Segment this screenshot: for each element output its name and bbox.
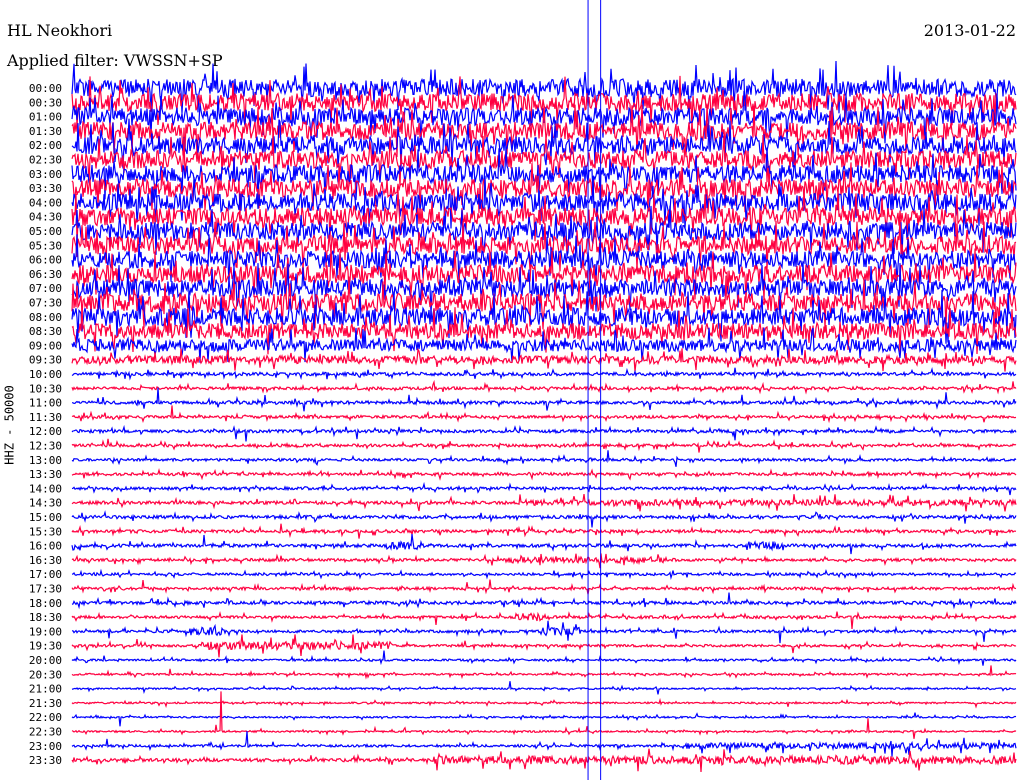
trace-row — [71, 387, 1017, 412]
time-tick-label: 02:00 — [29, 139, 62, 152]
time-tick-label: 04:30 — [29, 211, 62, 224]
time-tick-label: 07:30 — [29, 297, 62, 310]
trace-row — [71, 523, 1017, 539]
trace-row — [71, 366, 1017, 381]
time-tick-label: 19:30 — [29, 640, 62, 653]
time-tick-label: 06:30 — [29, 268, 62, 281]
trace-row — [71, 553, 1017, 569]
time-tick-label: 11:00 — [29, 397, 62, 410]
time-tick-label: 11:30 — [29, 411, 62, 424]
time-tick-label: 10:30 — [29, 382, 62, 395]
time-tick-label: 06:00 — [29, 254, 62, 267]
time-tick-label: 23:30 — [29, 754, 62, 767]
time-tick-label: 14:30 — [29, 497, 62, 510]
trace-row — [71, 533, 1017, 555]
trace-row — [71, 712, 1017, 727]
time-tick-label: 00:00 — [29, 82, 62, 95]
trace-row — [71, 405, 1017, 424]
time-tick-label: 14:00 — [29, 482, 62, 495]
time-tick-label: 07:00 — [29, 282, 62, 295]
time-tick-label: 12:00 — [29, 425, 62, 438]
trace-row — [71, 731, 1017, 757]
time-tick-label: 21:30 — [29, 697, 62, 710]
time-tick-label: 22:00 — [29, 711, 62, 724]
trace-row — [71, 650, 1017, 666]
trace-row — [71, 568, 1017, 580]
time-tick-label: 00:30 — [29, 96, 62, 109]
time-tick-label: 02:30 — [29, 154, 62, 167]
trace-row — [71, 697, 1017, 709]
time-tick-label: 13:00 — [29, 454, 62, 467]
time-tick-label: 04:00 — [29, 196, 62, 209]
trace-row — [71, 450, 1017, 467]
time-tick-label: 23:00 — [29, 740, 62, 753]
time-tick-label: 01:30 — [29, 125, 62, 138]
trace-row — [71, 681, 1017, 695]
trace-row — [71, 494, 1017, 512]
trace-row — [71, 610, 1017, 630]
trace-row — [71, 379, 1017, 395]
time-tick-label: 09:00 — [29, 339, 62, 352]
time-tick-label: 15:30 — [29, 525, 62, 538]
trace-row — [71, 592, 1017, 610]
time-tick-label: 08:00 — [29, 311, 62, 324]
time-tick-label: 08:30 — [29, 325, 62, 338]
time-tick-label: 18:00 — [29, 597, 62, 610]
time-tick-label: 16:00 — [29, 540, 62, 553]
trace-row — [71, 579, 1017, 595]
helicorder-plot: 00:0000:30 01:0001:3002:00 02:3003:0003:30… — [29, 0, 1017, 780]
time-tick-label: 15:00 — [29, 511, 62, 524]
time-tick-label: 18:30 — [29, 611, 62, 624]
trace-row — [71, 424, 1017, 442]
time-tick-label: 20:30 — [29, 668, 62, 681]
time-tick-label: 01:00 — [29, 111, 62, 124]
time-tick-label: 20:00 — [29, 654, 62, 667]
time-tick-label: 19:00 — [29, 625, 62, 638]
trace-row — [71, 691, 1017, 739]
time-tick-label: 10:00 — [29, 368, 62, 381]
time-tick-label: 17:30 — [29, 583, 62, 596]
trace-row — [71, 481, 1017, 496]
trace-row — [71, 438, 1017, 453]
trace-row — [71, 510, 1017, 528]
time-tick-label: 16:30 — [29, 554, 62, 567]
time-tick-label: 21:00 — [29, 683, 62, 696]
time-tick-label: 03:30 — [29, 182, 62, 195]
trace-row — [71, 467, 1017, 481]
time-tick-label: 12:30 — [29, 440, 62, 453]
time-tick-label: 05:30 — [29, 239, 62, 252]
time-tick-label: 22:30 — [29, 726, 62, 739]
time-tick-label: 05:00 — [29, 225, 62, 238]
trace-row — [72, 620, 1017, 644]
time-tick-label: 03:00 — [29, 168, 62, 181]
trace-row — [71, 665, 1017, 680]
trace-row — [71, 634, 1017, 658]
time-tick-label: 17:00 — [29, 568, 62, 581]
time-tick-label: 09:30 — [29, 354, 62, 367]
time-tick-label: 13:30 — [29, 468, 62, 481]
